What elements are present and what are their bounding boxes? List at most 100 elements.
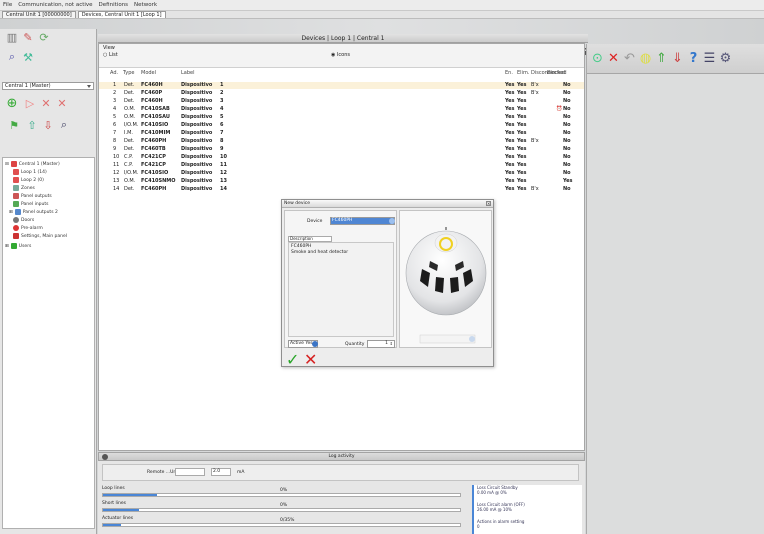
cancel-button[interactable]: ✕ [304, 350, 317, 369]
table-row[interactable]: 7 I.M. FC410MIM Dispositivo 7 Yes Yes No [99, 130, 584, 137]
table-row[interactable]: 10 C.P. FC421CP Dispositivo 10 Yes Yes No [99, 154, 584, 161]
cell-c4: No [563, 162, 571, 168]
tree-item-central[interactable]: ⊟ Central 1 (Master) [5, 161, 60, 167]
cell-c2: Yes [517, 186, 527, 192]
menu-definitions[interactable]: Definitions [99, 2, 129, 8]
new-device-dialog: New device × Device FC460PH Description … [281, 199, 494, 369]
table-row[interactable]: 11 C.P. FC421CP Dispositivo 11 Yes Yes No [99, 162, 584, 169]
cell-addr: 6 [113, 122, 117, 128]
save-icon[interactable]: ▥ [6, 31, 18, 44]
table-row[interactable]: 9 Det. FC460TB Dispositivo 9 Yes Yes No [99, 146, 584, 153]
tree-item-zones[interactable]: Zones [13, 185, 35, 191]
tree-item-panel-inputs[interactable]: Panel inputs [13, 201, 49, 207]
add-device-icon[interactable]: ⊕ [6, 96, 18, 111]
cell-en: Yes [505, 114, 515, 120]
status-value: 0 [477, 524, 480, 529]
menu-communication[interactable]: Communication, not active [18, 2, 92, 8]
quantity-stepper[interactable]: 1 ⇕ [367, 340, 395, 348]
tree-item-panel-outputs-2[interactable]: ⊞ Panel outputs 2 [9, 209, 58, 215]
table-row[interactable]: 3 Det. FC460H Dispositivo 3 Yes Yes No [99, 98, 584, 105]
cell-c2: Yes [517, 138, 527, 144]
column-header-type[interactable]: Type [123, 70, 134, 76]
column-header-label[interactable]: Label [181, 70, 195, 76]
tree-item-panel-outputs[interactable]: Panel outputs [13, 193, 52, 199]
cell-c4: Yes [563, 178, 573, 184]
table-row[interactable]: 2 Det. FC460P Dispositivo 2 Yes Yes B'x No [99, 90, 584, 97]
settings-icon[interactable]: ⚙ [719, 51, 732, 66]
table-row[interactable]: 14 Det. FC460PH Dispositivo 14 Yes Yes B'x No [99, 186, 584, 193]
cell-label: Dispositivo [181, 114, 213, 120]
delete-icon[interactable]: ✕ [40, 97, 52, 110]
tree-item-loop1[interactable]: Loop 1 (14) [13, 169, 47, 175]
dropdown-icon [389, 218, 395, 224]
cell-model: FC410MIM [141, 130, 171, 136]
cell-en: Yes [505, 138, 515, 144]
cell-c2: Yes [517, 178, 527, 184]
table-row[interactable]: 8 Det. FC460PH Dispositivo 8 Yes Yes B'x No [99, 138, 584, 145]
expand-icon[interactable]: ⊞ [9, 210, 13, 215]
device-select[interactable]: FC460PH [330, 217, 395, 225]
table-row[interactable]: 5 O.M. FC410SAU Dispositivo 5 Yes Yes No [99, 114, 584, 121]
download-icon[interactable]: ⇩ [42, 119, 54, 132]
table-row[interactable]: 13 O.M. FC410SNMO Dispositivo 13 Yes Yes Yes [99, 178, 584, 185]
view-list-option[interactable]: ○ List [103, 52, 118, 58]
tree-item-users[interactable]: ⊞ Users [5, 243, 31, 249]
refresh-icon[interactable]: ⟳ [38, 31, 50, 44]
tree-item-loop2[interactable]: Loop 2 (0) [13, 177, 44, 183]
cell-c4: No [563, 146, 571, 152]
edit-icon[interactable]: ✎ [22, 31, 34, 44]
column-header-elim[interactable]: Elim. [517, 70, 529, 76]
connect-icon[interactable]: ⚑ [8, 119, 20, 132]
upload-icon[interactable]: ⇑ [655, 51, 668, 66]
log-toggle-icon[interactable] [102, 454, 108, 460]
remote-units-input[interactable] [175, 468, 205, 476]
find-icon[interactable]: ⌕ [58, 118, 70, 131]
table-row[interactable]: 6 I/O.M. FC410SIO Dispositivo 6 Yes Yes No [99, 122, 584, 129]
tree-item-doors[interactable]: Doors [13, 217, 34, 223]
cell-type: I/O.M. [124, 170, 139, 176]
device-preview [399, 210, 492, 348]
status-value: 26.00 mA @ 10% [477, 507, 512, 512]
cell-c3: B'x [531, 186, 539, 192]
progress-value: 0/35% [280, 518, 295, 523]
tab-central-unit[interactable]: Central Unit 1 [00000000] [2, 11, 76, 18]
column-header-blocked[interactable]: Blocked [547, 70, 567, 76]
view-icons-option[interactable]: ◉ Icons [331, 52, 350, 58]
progress-bar [102, 523, 461, 527]
tab-devices[interactable]: Devices, Central Unit 1 [Loop 1] [77, 11, 166, 18]
active-select[interactable]: Active Yes [288, 340, 318, 348]
menu-network[interactable]: Network [134, 2, 157, 8]
tree-item-settings[interactable]: Settings, Main panel [13, 233, 67, 239]
remote-value-input[interactable]: 2.0 [211, 468, 231, 476]
upload-icon[interactable]: ⇧ [26, 119, 38, 132]
move-icon[interactable]: ▷ [24, 97, 36, 110]
column-header-model[interactable]: Model [141, 70, 156, 76]
confirm-button[interactable]: ✓ [286, 350, 299, 369]
help-icon[interactable]: ? [687, 51, 700, 66]
list-icon[interactable]: ☰ [703, 51, 716, 66]
table-row[interactable]: 1 Det. FC460H Dispositivo 1 Yes Yes B'x No [99, 82, 584, 89]
dialog-close-icon[interactable]: × [486, 201, 491, 206]
connect-icon[interactable]: ⊙ [591, 51, 604, 66]
expand-icon[interactable]: ⊞ [5, 244, 9, 249]
delete-all-icon[interactable]: ✕ [56, 97, 68, 110]
undo-icon[interactable]: ↶ [623, 51, 636, 66]
tools-icon[interactable]: ⚒ [22, 51, 34, 64]
menu-file[interactable]: File [3, 2, 12, 8]
central-selector[interactable]: Central 1 (Master) [2, 82, 94, 90]
cell-en: Yes [505, 122, 515, 128]
cell-type: C.P. [124, 154, 133, 160]
column-header-address[interactable]: Ad. [110, 70, 118, 76]
lock-icon[interactable]: ◍ [639, 51, 652, 66]
search-icon[interactable]: ⌕ [6, 50, 18, 63]
disconnect-icon[interactable]: ✕ [607, 51, 620, 66]
table-row[interactable]: 4 O.M. FC410SAB Dispositivo 4 Yes Yes No [99, 106, 584, 113]
column-header-enabled[interactable]: En. [505, 70, 513, 76]
progress-bar [102, 508, 461, 512]
tab-bar: Central Unit 1 [00000000] Devices, Centr… [0, 11, 764, 19]
table-row[interactable]: 12 I/O.M. FC410SIO Dispositivo 12 Yes Yes No [99, 170, 584, 177]
download-icon[interactable]: ⇓ [671, 51, 684, 66]
inputs-icon [13, 201, 19, 207]
tree-item-prealarm[interactable]: Pre-alarm [13, 225, 43, 231]
collapse-icon[interactable]: ⊟ [5, 162, 9, 167]
